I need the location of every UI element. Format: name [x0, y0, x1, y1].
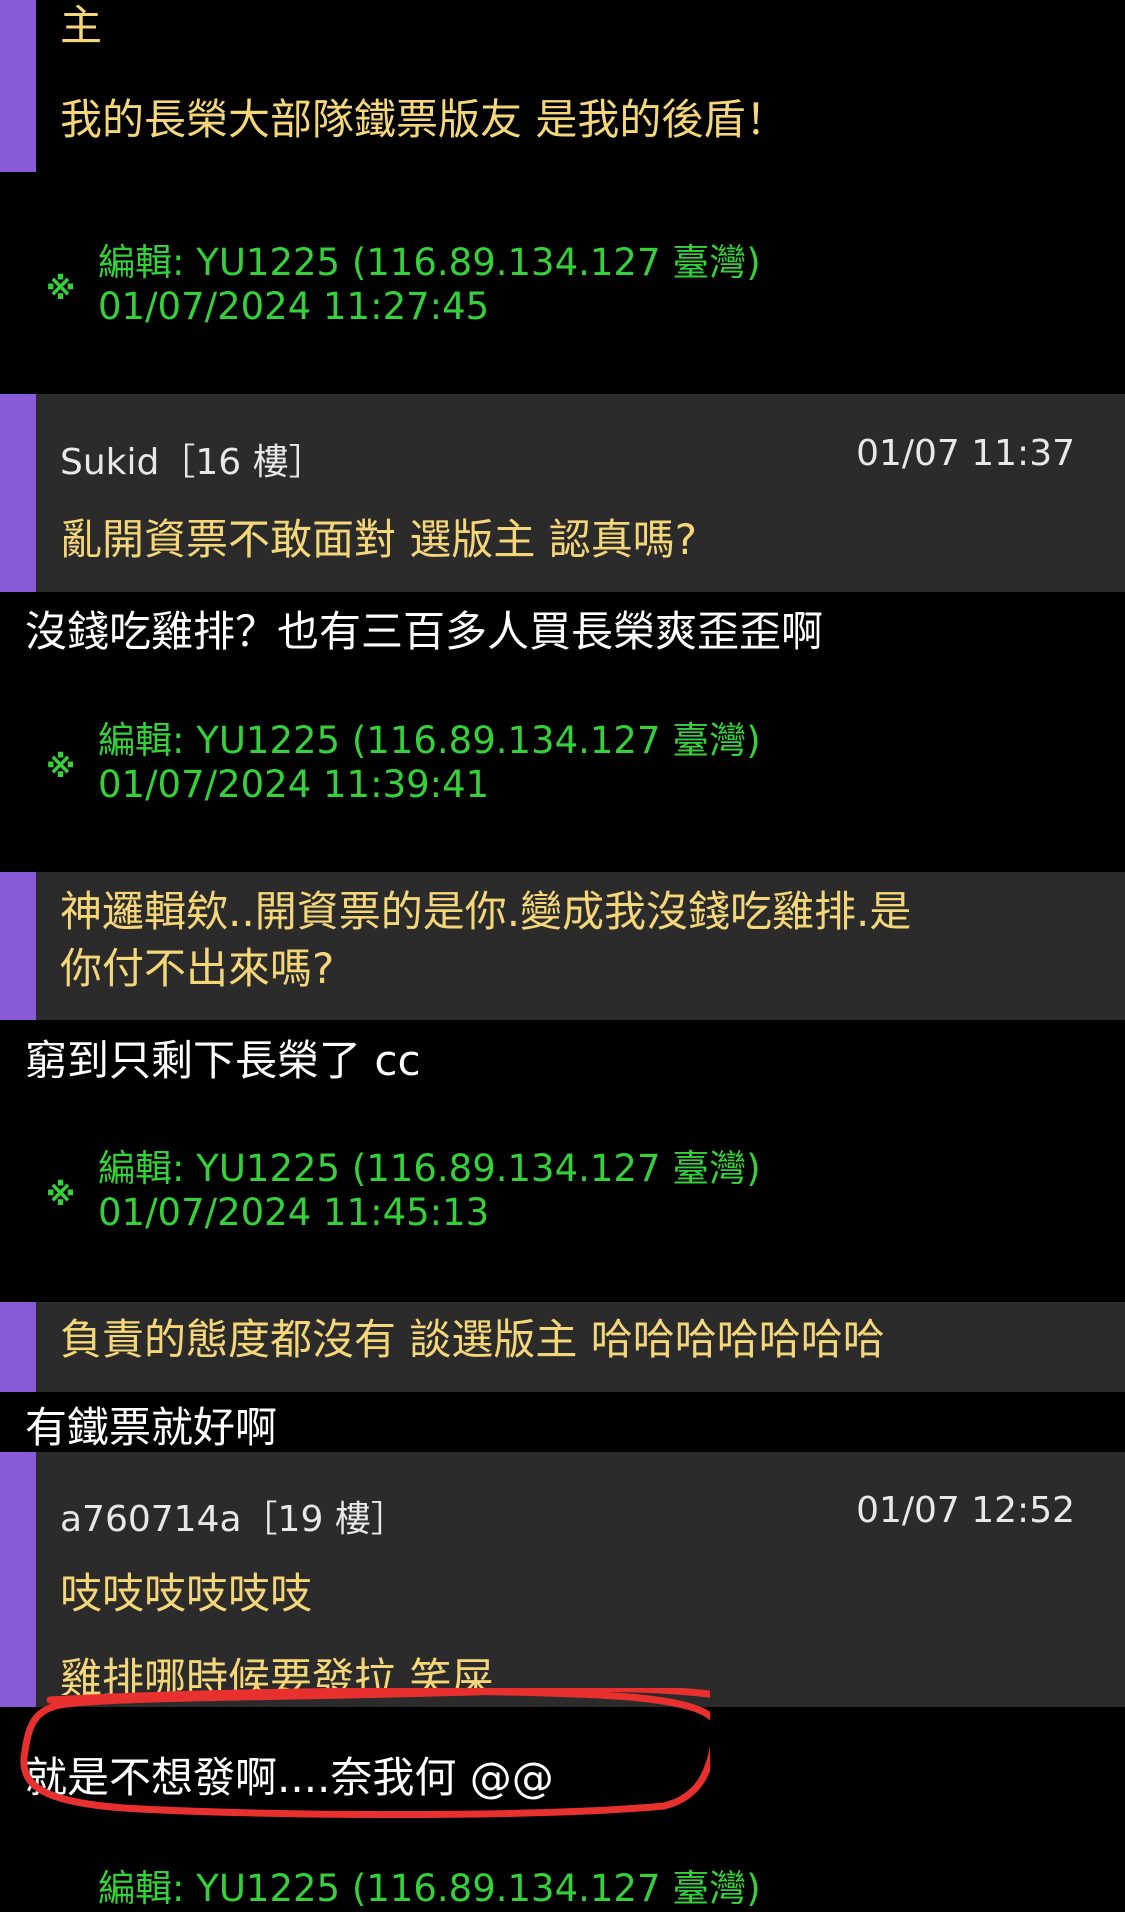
reply-text: 窮到只剩下長榮了 cc: [25, 1036, 421, 1085]
quote-accent-bar: [0, 0, 36, 172]
quote-text-line1: 神邏輯欸..開資票的是你.變成我沒錢吃雞排.是: [60, 887, 912, 936]
quote-text-line1: 吱吱吱吱吱吱: [60, 1569, 313, 1618]
quote-text-line2: 雞排哪時候要發拉 笑屎: [60, 1654, 494, 1695]
edit-info: 編輯: YU1225 (116.89.134.127 臺灣): [98, 719, 761, 762]
quote-text: 負責的態度都沒有 談選版主 哈哈哈哈哈哈哈: [60, 1315, 885, 1364]
reply-text: 沒錢吃雞排？也有三百多人買長榮爽歪歪啊: [25, 607, 824, 656]
quote-user[interactable]: a760714a［19 樓］: [60, 1490, 407, 1542]
quote-text-line2: 你付不出來嗎?: [60, 944, 335, 993]
post-line: 我的長榮大部隊鐵票版友 是我的後盾！: [60, 95, 788, 144]
reply-text: 有鐵票就好啊: [25, 1403, 278, 1452]
edit-info: 編輯: YU1225 (116.89.134.127 臺灣): [98, 1147, 761, 1190]
edit-mark-icon: ※: [46, 272, 76, 307]
edit-timestamp: 01/07/2024 11:39:41: [98, 763, 490, 806]
edit-timestamp: 01/07/2024 11:45:13: [98, 1191, 490, 1234]
quote-user[interactable]: Sukid［16 樓］: [60, 433, 325, 485]
edit-mark-icon: ※: [46, 1178, 76, 1213]
quote-time: 01/07 12:52: [856, 1490, 1075, 1531]
edit-mark-icon: ※: [46, 750, 76, 785]
post-line-cut: 主: [60, 1, 103, 50]
quote-time: 01/07 11:37: [856, 433, 1075, 474]
edit-info: 編輯: YU1225 (116.89.134.127 臺灣): [98, 1867, 761, 1910]
edit-info: 編輯: YU1225 (116.89.134.127 臺灣): [98, 241, 761, 284]
edit-timestamp: 01/07/2024 11:27:45: [98, 285, 490, 328]
reply-text: 就是不想發啊....奈我何 @@: [25, 1753, 554, 1802]
quote-text: 亂開資票不敢面對 選版主 認真嗎?: [60, 515, 697, 564]
